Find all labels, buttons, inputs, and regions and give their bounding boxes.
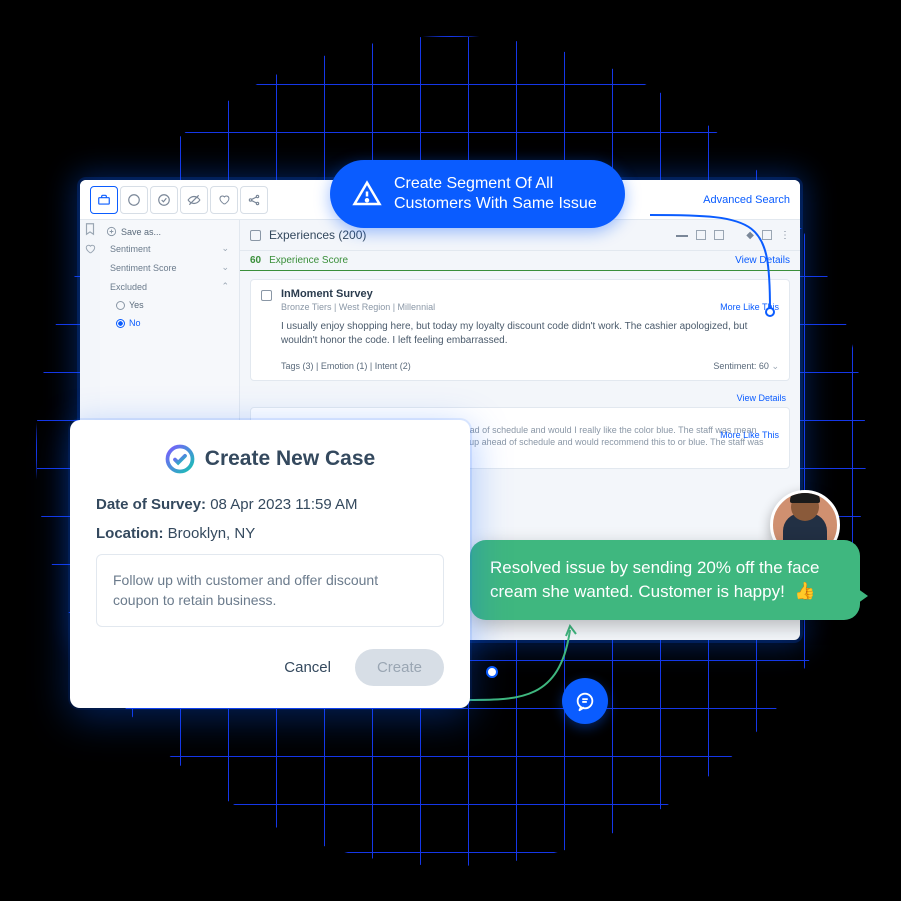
card-tags: Tags (3) | Emotion (1) | Intent (2) [281,361,411,372]
thumbs-up-icon: 👍 [793,579,816,605]
note-textarea[interactable]: Follow up with customer and offer discou… [96,554,444,627]
chat-icon [574,690,596,712]
segment-pill[interactable]: Create Segment Of All Customers With Sam… [330,160,625,228]
check-badge-icon [165,444,195,474]
view-tools[interactable]: ◆ ⋮ [676,230,790,241]
excluded-no[interactable]: No [106,316,233,330]
card-sentiment: Sentiment: 60 ⌄ [713,361,779,372]
bookmark-icon[interactable] [83,222,97,236]
location-field: Location: Brooklyn, NY [96,525,444,542]
heart-icon[interactable] [83,242,97,256]
view-list-icon[interactable] [714,230,724,240]
modal-title: Create New Case [205,447,375,471]
card-title: InMoment Survey [281,288,779,300]
filter-sentiment-score[interactable]: Sentiment Score⌄ [106,260,233,275]
tool-chat-icon[interactable] [120,186,148,214]
create-button[interactable]: Create [355,649,444,686]
score-label: Experience Score [269,255,348,266]
warning-icon [352,179,382,209]
tag-icon[interactable]: ◆ [746,230,754,241]
card-meta: Bronze Tiers | West Region | Millennial [281,302,779,312]
chat-fab[interactable] [562,678,608,724]
more-icon[interactable]: ⋮ [780,230,790,241]
view-details-link[interactable]: View Details [735,255,790,266]
tool-share-icon[interactable] [240,186,268,214]
view-details-link-2[interactable]: View Details [240,389,800,407]
tool-heart-icon[interactable] [210,186,238,214]
score-value: 60 [250,255,261,266]
tool-briefcase-icon[interactable] [90,186,118,214]
select-all-checkbox[interactable] [250,230,261,241]
grid-icon[interactable] [762,230,772,240]
cancel-button[interactable]: Cancel [284,659,331,676]
date-field: Date of Survey: 08 Apr 2023 11:59 AM [96,496,444,513]
experience-card-1[interactable]: InMoment Survey Bronze Tiers | West Regi… [250,279,790,381]
view-card-icon[interactable] [696,230,706,240]
filter-excluded[interactable]: Excluded⌃ [106,279,233,294]
tool-check-icon[interactable] [150,186,178,214]
chat-text: Resolved issue by sending 20% off the fa… [490,558,820,601]
view-line-icon[interactable] [676,235,688,237]
save-as-button[interactable]: Save as... [106,226,233,237]
experiences-title: Experiences (200) [269,228,366,242]
more-like-this-link-2[interactable]: More Like This [720,430,779,440]
create-case-modal: Create New Case Date of Survey: 08 Apr 2… [70,420,470,708]
advanced-search-link[interactable]: Advanced Search [703,194,790,206]
filter-sentiment[interactable]: Sentiment⌄ [106,241,233,256]
tool-eyeoff-icon[interactable] [180,186,208,214]
excluded-yes[interactable]: Yes [106,298,233,312]
more-like-this-link[interactable]: More Like This [720,302,779,312]
experience-score-bar: 60 Experience Score View Details [240,251,800,271]
card-checkbox[interactable] [261,290,272,301]
chat-bubble: Resolved issue by sending 20% off the fa… [470,540,860,620]
pill-text: Create Segment Of All Customers With Sam… [394,174,597,214]
card-body: I usually enjoy shopping here, but today… [281,320,769,347]
